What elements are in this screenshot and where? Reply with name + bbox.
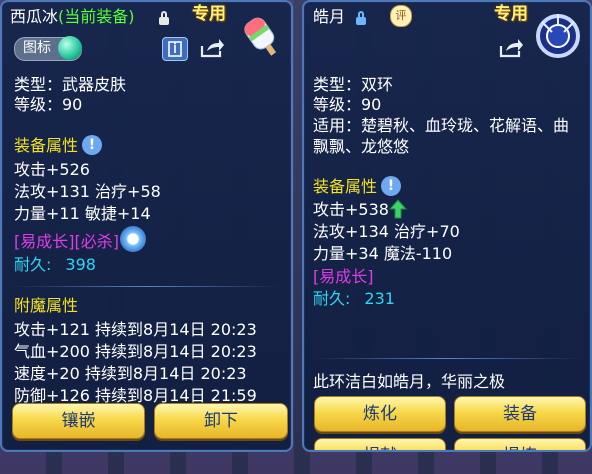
attr-header: 装备属性 xyxy=(313,177,378,196)
type-line: 类型：双环 xyxy=(313,75,394,94)
enchant-header: 附魔属性 xyxy=(14,296,79,315)
equip-button[interactable]: 装备 xyxy=(454,396,586,432)
increase-arrow-icon xyxy=(388,199,408,219)
attr-line-2: 法攻+134 治疗+70 xyxy=(313,222,460,241)
attr-line-1: 攻击+538 xyxy=(313,200,389,219)
toggle-knob-icon xyxy=(58,36,82,60)
enchant-line-1: 攻击+121 持续到8月14日 20:23 xyxy=(14,320,257,339)
exclusive-label: 专用 xyxy=(494,4,528,24)
extract-button[interactable]: 提炼 xyxy=(454,438,586,450)
applicable-line-2: 飘飘、龙悠悠 xyxy=(313,137,410,156)
growth-tags: [易成长] xyxy=(313,267,374,286)
type-line: 类型：武器皮肤 xyxy=(14,75,127,94)
info-book-icon[interactable] xyxy=(162,37,188,61)
moon-ring-icon xyxy=(532,10,584,62)
icon-badge[interactable]: 图标 xyxy=(14,36,82,61)
attr-line-1: 攻击+526 xyxy=(14,160,90,179)
share-icon[interactable] xyxy=(199,37,225,59)
durability: 耐久: 231 xyxy=(313,289,395,308)
equip-status: (当前装备) xyxy=(58,7,135,26)
durability: 耐久: 398 xyxy=(14,255,96,274)
enchant-line-2: 气血+200 持续到8月14日 20:23 xyxy=(14,342,257,361)
item-name: 西瓜冰(当前装备) xyxy=(10,7,135,26)
lock-icon xyxy=(356,11,366,25)
compare-equipment-panel: 皓月 评 专用 类型：双环 等级：90 适用：楚碧秋、血玲珑、花解语、曲 飘飘、… xyxy=(302,0,592,452)
enchant-line-3: 速度+20 持续到8月14日 20:23 xyxy=(14,364,247,383)
level-line: 等级：90 xyxy=(313,95,382,114)
growth-tags: [易成长][必杀] xyxy=(14,232,119,251)
attr-header: 装备属性 xyxy=(14,136,79,155)
icon-badge-label: 图标 xyxy=(23,40,51,56)
skill-swirl-icon xyxy=(120,226,146,252)
exclusive-label: 专用 xyxy=(192,4,226,24)
attr-info-icon[interactable]: ! xyxy=(82,135,102,155)
donate-button[interactable]: 捐献 xyxy=(314,438,446,450)
level-line: 等级：90 xyxy=(14,95,83,114)
attr-line-3: 力量+11 敏捷+14 xyxy=(14,204,151,223)
applicable-line-1: 适用：楚碧秋、血玲珑、花解语、曲 xyxy=(313,116,570,135)
inlay-button[interactable]: 镶嵌 xyxy=(12,403,145,439)
current-equipment-panel: 西瓜冰(当前装备) 专用 图标 类型：武器皮肤 等级：90 装备属性 ! 攻击+… xyxy=(0,0,293,452)
unload-button[interactable]: 卸下 xyxy=(154,403,288,439)
rating-seal-icon[interactable]: 评 xyxy=(390,5,412,27)
attr-info-icon[interactable]: ! xyxy=(381,176,401,196)
refine-button[interactable]: 炼化 xyxy=(314,396,446,432)
divider xyxy=(314,358,580,359)
attr-line-2: 法攻+131 治疗+58 xyxy=(14,182,161,201)
attr-line-3: 力量+34 魔法-110 xyxy=(313,244,453,263)
share-icon[interactable] xyxy=(498,37,524,59)
lock-icon xyxy=(159,11,169,25)
divider xyxy=(12,286,282,287)
description: 此环洁白如皓月，华丽之极 xyxy=(313,372,506,391)
watermelon-popsicle-icon xyxy=(234,12,288,60)
item-name: 皓月 xyxy=(313,7,346,26)
